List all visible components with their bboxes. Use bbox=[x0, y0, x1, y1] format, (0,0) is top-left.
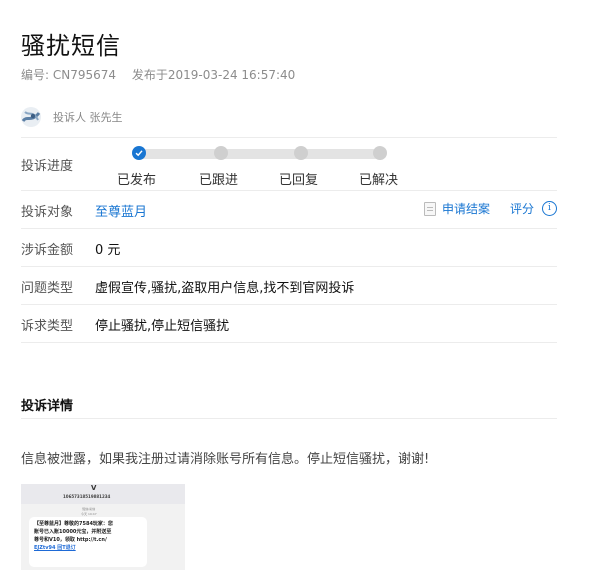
sms-header: V 10657318519881234 bbox=[21, 484, 185, 504]
progress-step-label: 已解决 bbox=[359, 173, 399, 188]
details-text: 信息被泄露，如果我注册过请消除账号所有信息。停止短信骚扰，谢谢! bbox=[21, 452, 430, 467]
divider bbox=[21, 190, 557, 191]
issue-type-value: 虚假宣传,骚扰,盗取用户信息,找不到官网投诉 bbox=[95, 281, 355, 296]
amount-label: 涉诉金额 bbox=[21, 243, 74, 258]
demand-type-label: 诉求类型 bbox=[21, 319, 74, 334]
progress-label: 投诉进度 bbox=[21, 159, 74, 174]
avatar-icon bbox=[21, 107, 41, 127]
sms-line: 尊号和V10，领取 http://t.cn/ bbox=[34, 537, 107, 543]
progress-step-followed-dot bbox=[214, 146, 228, 160]
publish-time: 发布于2019-03-24 16:57:40 bbox=[131, 68, 296, 82]
divider bbox=[21, 304, 557, 305]
demand-type-value: 停止骚扰,停止短信骚扰 bbox=[95, 319, 230, 334]
target-actions: 申请结案 评分 i bbox=[423, 200, 557, 217]
divider bbox=[21, 418, 557, 419]
complainant-name: 投诉人 张先生 bbox=[53, 111, 123, 124]
target-label: 投诉对象 bbox=[21, 205, 74, 220]
issue-type-label: 问题类型 bbox=[21, 281, 74, 296]
document-icon bbox=[423, 201, 436, 216]
sms-bubble: 【至尊蓝月】尊敬的7584玩家：您 账号已入账10000元宝，并附送至 尊号和V… bbox=[29, 517, 147, 567]
progress-step-label: 已跟进 bbox=[199, 173, 239, 188]
page-title: 骚扰短信 bbox=[21, 32, 121, 60]
divider bbox=[21, 266, 557, 267]
sms-line: 【至尊蓝月】尊敬的7584玩家：您 bbox=[34, 521, 113, 527]
divider bbox=[21, 342, 557, 343]
info-icon[interactable]: i bbox=[542, 201, 557, 216]
sms-line: 账号已入账10000元宝，并附送至 bbox=[34, 529, 112, 535]
sms-line: EJZtv94 回T退订 bbox=[34, 545, 76, 551]
apply-close-link[interactable]: 申请结案 bbox=[442, 200, 490, 217]
progress-step-replied-dot bbox=[294, 146, 308, 160]
sender-number: 10657318519881234 bbox=[63, 494, 111, 499]
progress-track bbox=[138, 149, 380, 159]
progress-step-label: 已发布 bbox=[117, 173, 157, 188]
sender-avatar: V bbox=[91, 484, 97, 492]
check-icon bbox=[135, 150, 143, 157]
avatar bbox=[21, 107, 41, 127]
progress-step-published-dot bbox=[132, 146, 146, 160]
amount-value: 0 元 bbox=[95, 243, 121, 258]
sms-time: 短信/彩信 今天 19:47 bbox=[81, 507, 97, 517]
serial-number: 编号: CN795674 bbox=[21, 68, 117, 82]
divider bbox=[21, 137, 557, 138]
progress-step-resolved-dot bbox=[373, 146, 387, 160]
complainant: 投诉人 张先生 bbox=[21, 106, 123, 128]
complaint-meta: 编号: CN795674 发布于2019-03-24 16:57:40 bbox=[21, 66, 295, 83]
divider bbox=[21, 228, 557, 229]
target-link[interactable]: 至尊蓝月 bbox=[95, 201, 147, 220]
rate-link[interactable]: 评分 bbox=[510, 200, 534, 217]
details-heading: 投诉详情 bbox=[21, 399, 74, 414]
progress-step-label: 已回复 bbox=[279, 173, 319, 188]
sms-screenshot-thumbnail[interactable]: V 10657318519881234 短信/彩信 今天 19:47 【至尊蓝月… bbox=[21, 484, 185, 570]
